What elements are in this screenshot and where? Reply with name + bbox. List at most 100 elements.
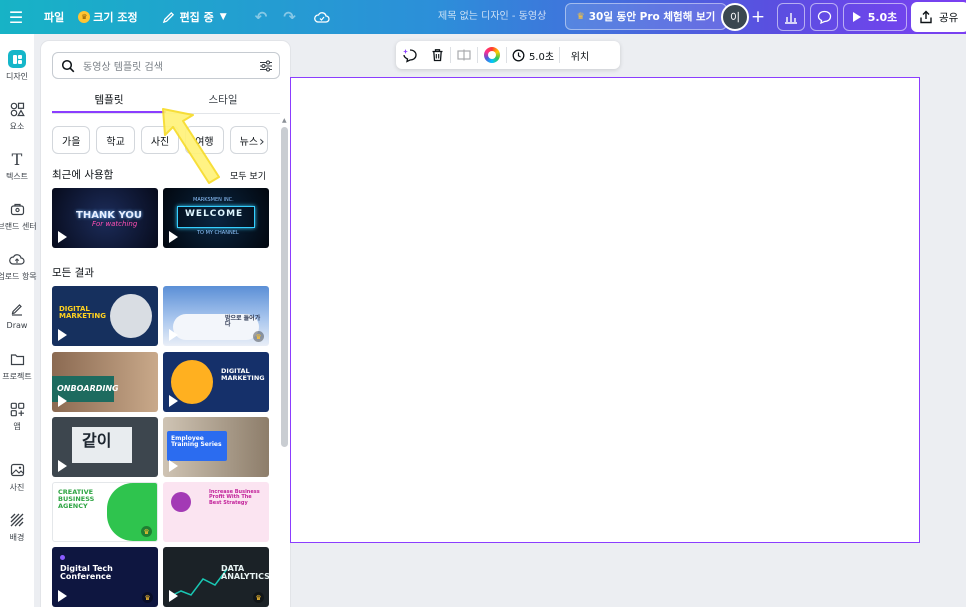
chip-school[interactable]: 학교 [96, 126, 135, 154]
rail-item-design[interactable]: 디자인 [0, 50, 34, 82]
rail-item-label: 디자인 [5, 72, 29, 81]
left-rail: 디자인 요소 T 텍스트 브랜드 센터 업로드 항목 Draw 프로젝트 앱 사… [0, 34, 37, 607]
rail-item-label: Draw [6, 321, 28, 330]
template-brand: MARKSMEN INC. [193, 197, 234, 203]
crown-icon: ♛ [253, 331, 264, 342]
rail-item-label: 사진 [9, 483, 25, 492]
file-menu-button[interactable]: 파일 [44, 0, 64, 34]
scroll-up-icon[interactable]: ▲ [282, 117, 287, 124]
duration-label: 5.0초 [528, 51, 555, 63]
rail-item-label: 업로드 항목 [0, 272, 37, 281]
comments-button[interactable] [810, 3, 838, 31]
resize-button[interactable]: ♛ 크기 조정 [78, 0, 138, 34]
rail-item-projects[interactable]: 프로젝트 [0, 350, 34, 382]
chip-autumn[interactable]: 가을 [52, 126, 91, 154]
play-icon [58, 395, 67, 407]
template-thumbnail[interactable]: DIGITAL MARKETING [52, 286, 158, 346]
template-thumbnail[interactable]: THANK YOU For watching [52, 188, 158, 248]
rail-item-label: 브랜드 센터 [0, 222, 37, 231]
cloud-save-icon[interactable] [313, 0, 330, 34]
editing-mode-button[interactable]: 편집 중 ▼ [162, 0, 227, 34]
undo-icon[interactable]: ↶ [255, 0, 268, 34]
insights-button[interactable] [777, 3, 805, 31]
redo-icon[interactable]: ↷ [283, 0, 296, 34]
crown-icon: ♛ [141, 526, 152, 537]
rail-item-apps[interactable]: 앱 [0, 400, 34, 432]
rail-item-draw[interactable]: Draw [0, 300, 34, 330]
template-thumbnail[interactable]: 같이 [52, 417, 158, 477]
play-icon [169, 231, 178, 243]
share-label: 공유 [939, 11, 959, 24]
template-thumbnail[interactable]: CREATIVE BUSINESS AGENCY ♛ [52, 482, 158, 542]
rail-item-uploads[interactable]: 업로드 항목 [0, 250, 37, 282]
photo-icon [10, 461, 25, 479]
template-thumbnail[interactable]: Employee Training Series [163, 417, 269, 477]
template-dot [60, 555, 65, 560]
rail-item-label: 텍스트 [5, 172, 29, 181]
add-collaborator-icon[interactable]: + [747, 5, 769, 29]
rail-item-photos[interactable]: 사진 [0, 461, 34, 493]
play-icon [58, 329, 67, 341]
rail-item-background[interactable]: 배경 [0, 511, 34, 543]
upload-icon [9, 250, 25, 268]
search-input[interactable]: 동영상 템플릿 검색 [52, 52, 280, 79]
split-icon[interactable] [451, 41, 477, 69]
design-canvas[interactable] [290, 77, 920, 543]
template-title: Increase Business Profit With The Best S… [209, 489, 260, 506]
rail-item-label: 앱 [13, 422, 21, 431]
share-icon [920, 10, 932, 24]
design-icon [8, 50, 26, 68]
template-thumbnail[interactable]: 밤으로 들어가다 ♛ [163, 286, 269, 346]
filter-icon[interactable] [259, 59, 273, 76]
recent-section-title: 최근에 사용함 [52, 169, 114, 181]
template-thumbnail[interactable]: DIGITAL MARKETING [163, 352, 269, 412]
template-title: WELCOME [185, 209, 244, 219]
resize-label: 크기 조정 [93, 11, 138, 24]
duration-button[interactable]: 5.0초 [507, 41, 559, 69]
search-icon [61, 59, 75, 72]
menu-icon[interactable]: ☰ [0, 0, 32, 34]
crown-icon: ♛ [142, 592, 153, 603]
elements-icon [10, 100, 25, 118]
rail-item-text[interactable]: T 텍스트 [0, 150, 34, 182]
rail-item-label: 요소 [9, 122, 25, 131]
template-thumbnail[interactable]: MARKSMEN INC. WELCOME TO MY CHANNEL [163, 188, 269, 248]
bar-chart-icon [785, 12, 797, 24]
see-all-link[interactable]: 모두 보기 [230, 169, 266, 182]
scrollbar-thumb[interactable] [281, 127, 288, 447]
annotation-arrow-icon [162, 108, 220, 184]
play-icon [169, 329, 178, 341]
position-button[interactable]: 위치 [560, 41, 600, 69]
rail-item-label: 배경 [9, 533, 25, 542]
comment-icon [817, 10, 831, 24]
template-subtitle: TO MY CHANNEL [197, 230, 239, 236]
background-icon [10, 511, 24, 529]
panel-scrollbar[interactable]: ▲ [280, 117, 289, 607]
draw-icon [10, 300, 24, 318]
clock-icon [512, 49, 525, 61]
line-chart-graphic [169, 568, 228, 598]
template-title: Employee Training Series [171, 435, 222, 449]
template-thumbnail[interactable]: DATA ANALYTICS ♛ [163, 547, 269, 607]
rail-item-brand[interactable]: 브랜드 센터 [0, 200, 37, 232]
template-thumbnail[interactable]: ONBOARDING [52, 352, 158, 412]
template-title: ONBOARDING [57, 384, 119, 393]
share-button[interactable]: 공유 [911, 2, 966, 32]
pro-trial-button[interactable]: ♛ 30일 동안 Pro 체험해 보기 [565, 3, 727, 30]
tab-templates[interactable]: 템플릿 [52, 89, 166, 113]
color-wheel-icon [484, 47, 500, 63]
magic-edit-icon[interactable] [396, 41, 424, 69]
template-thumbnail[interactable]: Increase Business Profit With The Best S… [163, 482, 269, 542]
document-title[interactable]: 제목 없는 디자인 - 동영상 [438, 0, 546, 34]
play-icon [169, 395, 178, 407]
rail-item-elements[interactable]: 요소 [0, 100, 34, 132]
color-picker-button[interactable] [478, 41, 506, 69]
play-icon [852, 12, 861, 22]
present-play-button[interactable]: 5.0초 [843, 3, 907, 31]
avatar[interactable]: 이 [721, 3, 749, 31]
play-duration-label: 5.0초 [867, 11, 898, 24]
chevron-right-icon[interactable]: › [259, 134, 265, 150]
template-thumbnail[interactable]: Digital Tech Conference ♛ [52, 547, 158, 607]
trash-icon[interactable] [424, 41, 450, 69]
chevron-down-icon: ▼ [219, 12, 227, 22]
